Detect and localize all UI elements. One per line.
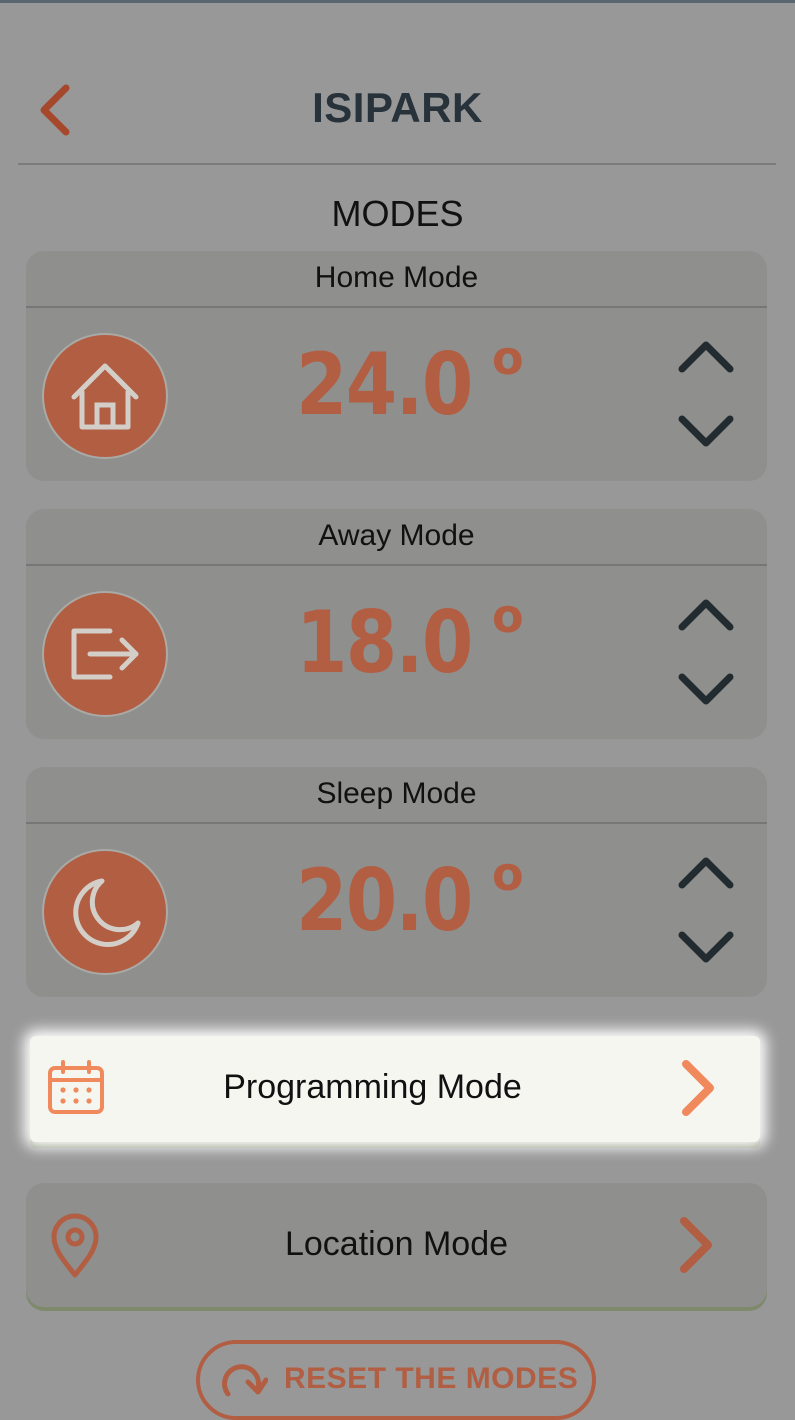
- decrease-button[interactable]: [674, 669, 738, 711]
- location-mode-label: Location Mode: [284, 1225, 509, 1263]
- header: ISIPARK: [0, 60, 795, 160]
- mode-label: Away Mode: [318, 519, 475, 552]
- reset-icon: [222, 1364, 268, 1397]
- programming-mode-button[interactable]: Programming Mode: [30, 1036, 760, 1142]
- home-mode-icon-badge: [44, 335, 166, 457]
- decrease-button[interactable]: [674, 927, 738, 969]
- section-title: MODES: [331, 193, 464, 234]
- temperature-value: 24.0: [296, 335, 473, 435]
- mode-label: Home Mode: [314, 261, 479, 294]
- increase-button[interactable]: [674, 335, 738, 377]
- programming-mode-label: Programming Mode: [223, 1068, 522, 1106]
- temperature-display: 20.0 o: [296, 847, 526, 961]
- mode-label: Sleep Mode: [316, 777, 477, 810]
- chevron-up-icon: [678, 857, 734, 889]
- degree-symbol: o: [492, 331, 524, 385]
- chevron-down-icon: [678, 415, 734, 447]
- temperature-value: 20.0: [296, 851, 473, 951]
- chevron-down-icon: [678, 931, 734, 963]
- card-divider: [26, 822, 767, 824]
- chevron-right-icon: [682, 1060, 714, 1116]
- header-divider: [18, 163, 776, 165]
- reset-modes-label: RESET THE MODES: [284, 1362, 579, 1395]
- increase-button[interactable]: [674, 851, 738, 893]
- away-mode-icon-badge: [44, 593, 166, 715]
- chevron-down-icon: [678, 673, 734, 705]
- reset-modes-button[interactable]: RESET THE MODES: [196, 1340, 596, 1420]
- degree-symbol: o: [492, 589, 524, 643]
- mode-card-away: Away Mode 18.0 o: [26, 509, 767, 739]
- chevron-right-icon: [680, 1217, 712, 1273]
- sleep-mode-icon-badge: [44, 851, 166, 973]
- decrease-button[interactable]: [674, 411, 738, 453]
- card-divider: [26, 306, 767, 308]
- top-border: [0, 0, 795, 3]
- increase-button[interactable]: [674, 593, 738, 635]
- location-mode-button[interactable]: Location Mode: [26, 1183, 767, 1307]
- home-icon: [71, 363, 139, 430]
- exit-icon: [71, 628, 139, 680]
- card-divider: [26, 564, 767, 566]
- mode-card-sleep: Sleep Mode 20.0 o: [26, 767, 767, 997]
- page-title: ISIPARK: [312, 84, 483, 131]
- temperature-display: 18.0 o: [296, 589, 526, 703]
- mode-card-home: Home Mode 24.0 o: [26, 251, 767, 481]
- temperature-value: 18.0: [296, 593, 473, 693]
- chevron-up-icon: [678, 341, 734, 373]
- chevron-up-icon: [678, 599, 734, 631]
- temperature-display: 24.0 o: [296, 331, 526, 445]
- moon-icon: [73, 878, 141, 947]
- degree-symbol: o: [492, 847, 524, 901]
